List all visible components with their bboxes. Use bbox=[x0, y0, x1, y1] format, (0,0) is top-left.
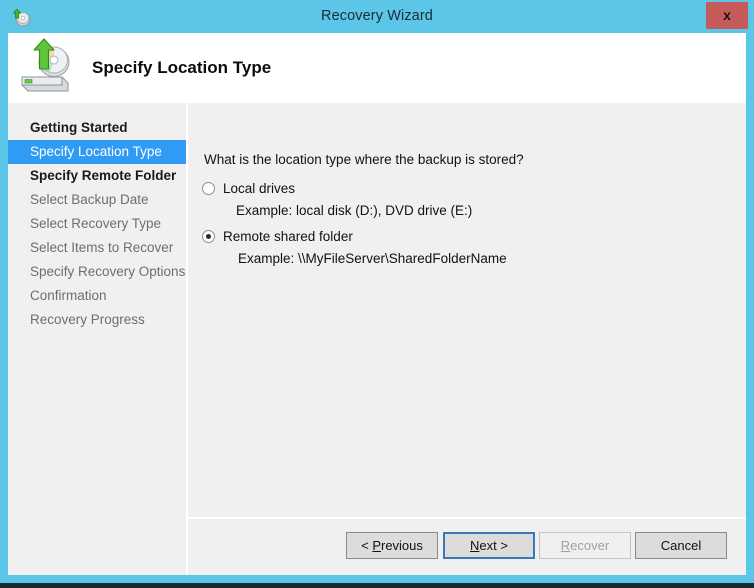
sidebar-item-specify-remote-folder[interactable]: Specify Remote Folder bbox=[8, 164, 186, 188]
wizard-client-area: Specify Location Type Getting Started Sp… bbox=[8, 33, 746, 575]
location-type-question: What is the location type where the back… bbox=[204, 152, 524, 167]
wizard-footer: < Previous Next > Recover Cancel bbox=[188, 519, 746, 575]
sidebar-item-confirmation[interactable]: Confirmation bbox=[8, 284, 186, 308]
recover-button: Recover bbox=[539, 532, 631, 559]
radio-option-remote-shared-folder[interactable]: Remote shared folder bbox=[202, 229, 353, 244]
previous-button[interactable]: < Previous bbox=[346, 532, 438, 559]
radio-local-drives-label: Local drives bbox=[223, 181, 295, 196]
radio-remote-shared-folder-icon[interactable] bbox=[202, 230, 215, 243]
page-title: Specify Location Type bbox=[92, 33, 271, 103]
sidebar-item-getting-started[interactable]: Getting Started bbox=[8, 116, 186, 140]
hard-drive-restore-icon bbox=[16, 37, 78, 97]
recovery-wizard-window: Recovery Wizard x bbox=[0, 0, 754, 588]
sidebar-item-specify-recovery-options[interactable]: Specify Recovery Options bbox=[8, 260, 186, 284]
wizard-content-pane: What is the location type where the back… bbox=[188, 103, 746, 517]
close-icon[interactable]: x bbox=[706, 2, 748, 29]
sidebar-item-select-backup-date[interactable]: Select Backup Date bbox=[8, 188, 186, 212]
sidebar-item-recovery-progress[interactable]: Recovery Progress bbox=[8, 308, 186, 332]
radio-option-local-drives[interactable]: Local drives bbox=[202, 181, 295, 196]
radio-remote-shared-folder-label: Remote shared folder bbox=[223, 229, 353, 244]
wizard-header: Specify Location Type bbox=[8, 33, 746, 103]
radio-local-drives-icon[interactable] bbox=[202, 182, 215, 195]
sidebar-item-select-items-to-recover[interactable]: Select Items to Recover bbox=[8, 236, 186, 260]
local-drives-example: Example: local disk (D:), DVD drive (E:) bbox=[236, 203, 472, 218]
title-bar: Recovery Wizard x bbox=[0, 0, 754, 33]
cancel-button[interactable]: Cancel bbox=[635, 532, 727, 559]
window-title: Recovery Wizard bbox=[0, 0, 754, 33]
next-button[interactable]: Next > bbox=[443, 532, 535, 559]
wizard-steps-sidebar: Getting Started Specify Location Type Sp… bbox=[8, 103, 186, 575]
sidebar-item-select-recovery-type[interactable]: Select Recovery Type bbox=[8, 212, 186, 236]
sidebar-item-specify-location-type[interactable]: Specify Location Type bbox=[8, 140, 186, 164]
window-bottom-strip bbox=[0, 583, 754, 588]
remote-shared-folder-example: Example: \\MyFileServer\SharedFolderName bbox=[238, 251, 507, 266]
